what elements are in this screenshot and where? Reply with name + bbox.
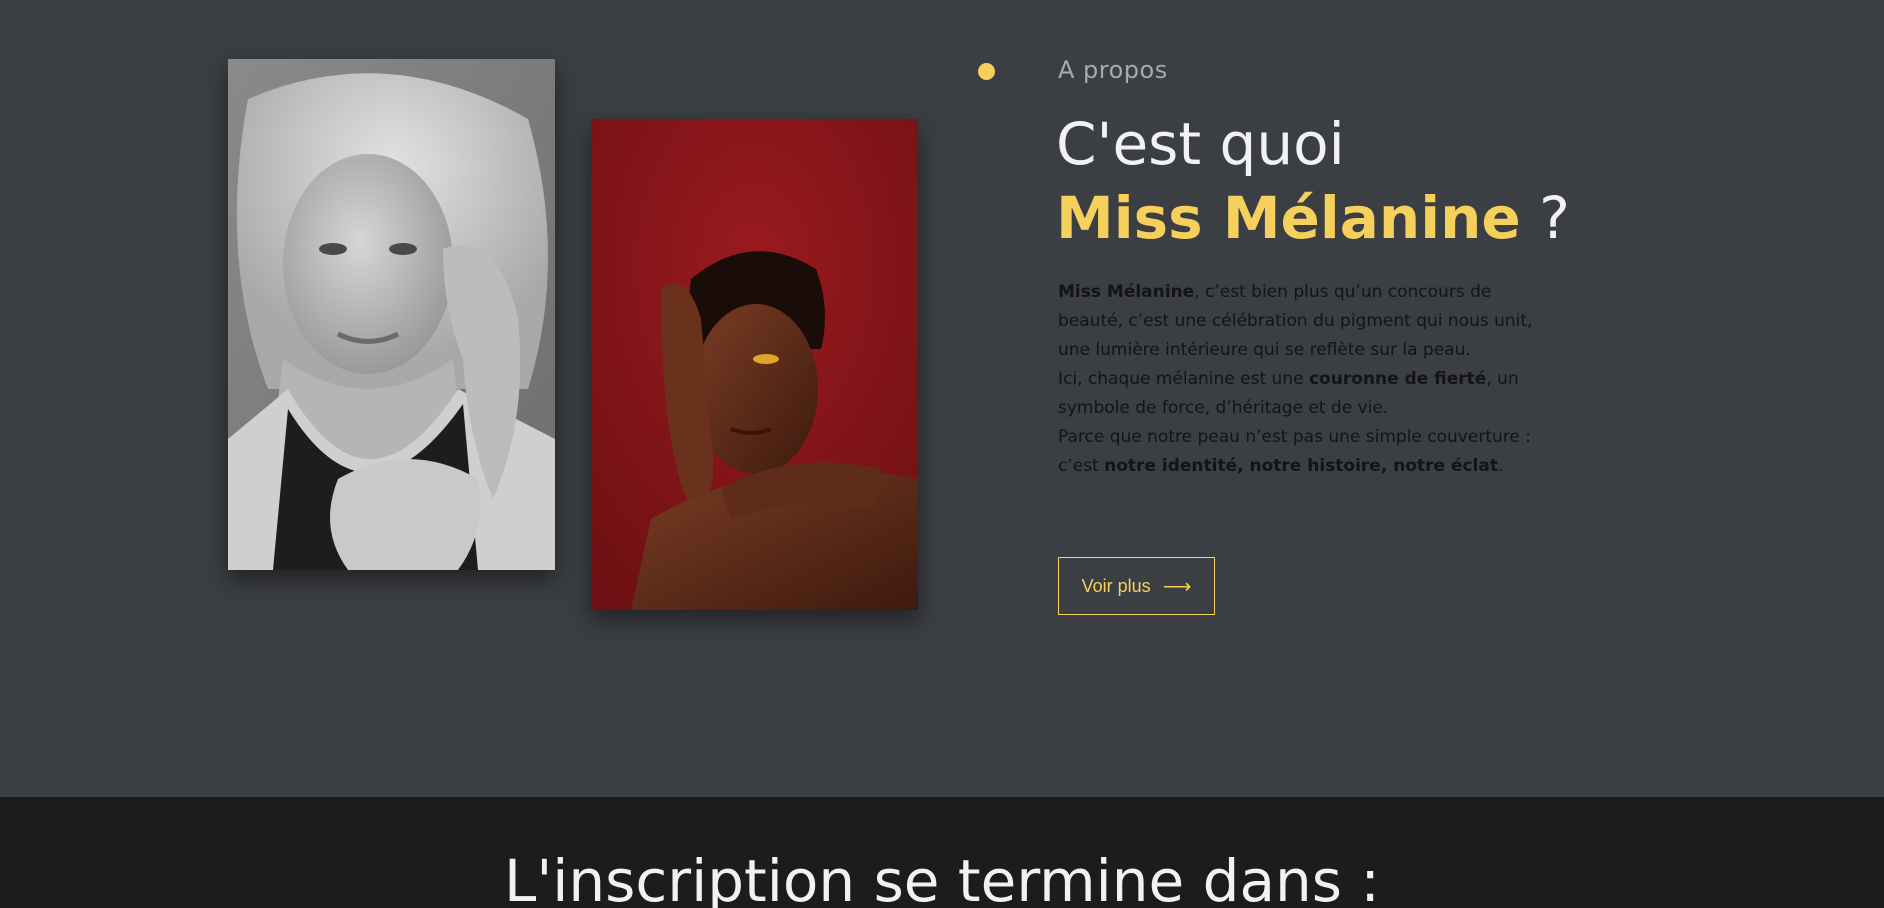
about-section: A propos C'est quoi Miss Mélanine ? Miss… — [0, 0, 1884, 797]
description-paragraph-1: Miss Mélanine, c’est bien plus qu’un con… — [1058, 278, 1558, 365]
bold-phrase: couronne de fierté — [1308, 369, 1487, 389]
model-photo-black-white — [228, 59, 555, 570]
long-arrow-right-icon: ⟶ — [1162, 575, 1192, 598]
model-photo-red-background — [591, 119, 918, 610]
countdown-title: L'inscription se termine dans : — [504, 847, 1380, 908]
about-title-line2: Miss Mélanine ? — [1056, 182, 1570, 254]
bold-brand-name: Miss Mélanine — [1058, 282, 1195, 302]
about-description: Miss Mélanine, c’est bien plus qu’un con… — [1058, 278, 1558, 481]
title-question-mark: ? — [1520, 184, 1570, 252]
section-eyebrow: A propos — [1058, 56, 1168, 84]
description-paragraph-3: Parce que notre peau n’est pas une simpl… — [1058, 423, 1558, 481]
description-text: . — [1497, 456, 1504, 476]
see-more-button[interactable]: Voir plus ⟶ — [1058, 557, 1215, 615]
about-title-line1: C'est quoi — [1056, 110, 1345, 178]
registration-countdown-section: L'inscription se termine dans : — [0, 797, 1884, 908]
brand-name-accent: Miss Mélanine — [1056, 184, 1521, 252]
description-text: Ici, chaque mélanine est une — [1058, 369, 1309, 389]
description-paragraph-2: Ici, chaque mélanine est une couronne de… — [1058, 365, 1558, 423]
see-more-label: Voir plus — [1081, 575, 1151, 596]
bold-phrase: notre identité, notre histoire, notre éc… — [1104, 456, 1498, 476]
section-indicator-dot — [978, 63, 995, 80]
